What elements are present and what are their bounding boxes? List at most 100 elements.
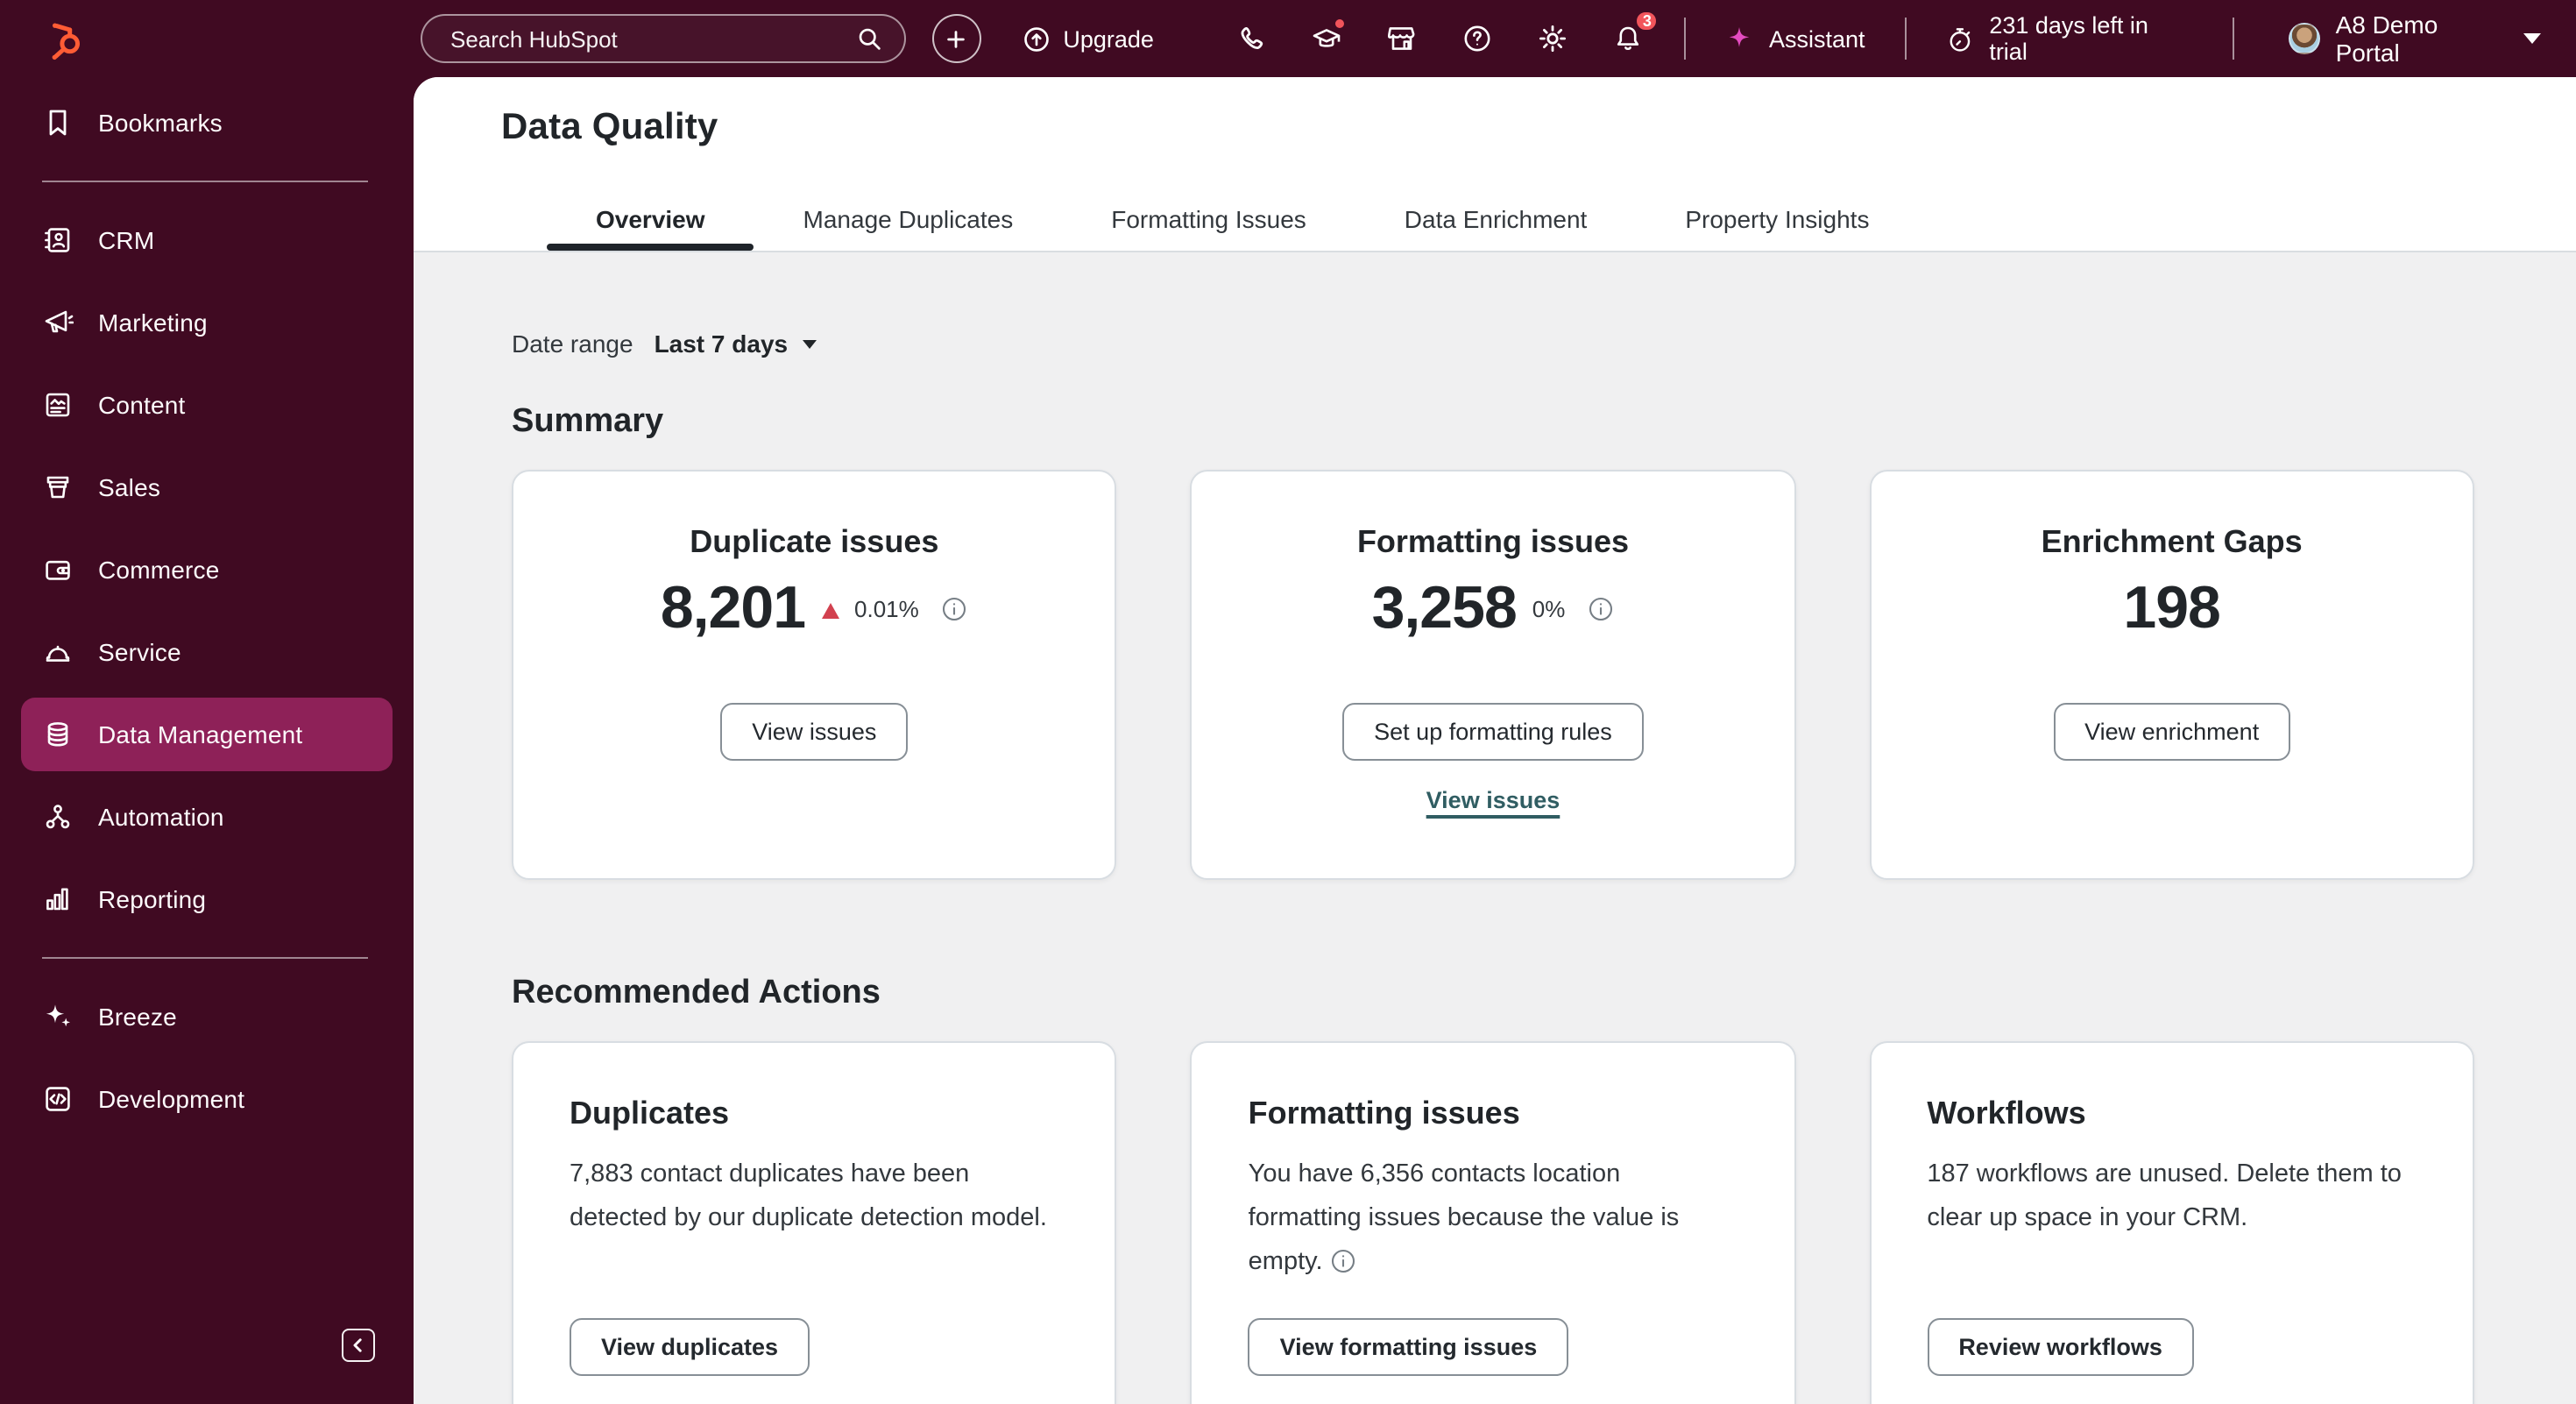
academy-icon[interactable] xyxy=(1312,16,1348,54)
code-icon xyxy=(42,1083,74,1115)
sidebar-item-service[interactable]: Service xyxy=(21,615,393,689)
metric-row: 8,201 0.01% xyxy=(513,575,1115,643)
sidebar-item-data-management[interactable]: Data Management xyxy=(21,698,393,771)
sidebar-item-label: Service xyxy=(98,638,181,666)
view-duplicates-button[interactable]: View duplicates xyxy=(570,1318,810,1376)
sales-stack-icon xyxy=(42,472,74,503)
info-icon[interactable] xyxy=(942,596,968,622)
plus-icon xyxy=(947,30,966,47)
page-title: Data Quality xyxy=(501,107,718,147)
tab-manage-duplicates[interactable]: Manage Duplicates xyxy=(754,191,1063,251)
global-search[interactable] xyxy=(421,14,906,63)
action-card-formatting-issues: Formatting issues You have 6,356 contact… xyxy=(1190,1041,1796,1404)
card-body: You have 6,356 contacts location formatt… xyxy=(1249,1153,1738,1290)
calling-icon[interactable] xyxy=(1236,23,1268,54)
sidebar-item-crm[interactable]: CRM xyxy=(21,203,393,277)
upgrade-button[interactable]: Upgrade xyxy=(1021,24,1154,53)
card-title: Formatting issues xyxy=(1248,1096,1520,1131)
sidebar-item-automation[interactable]: Automation xyxy=(21,780,393,854)
sidebar-item-bookmarks[interactable]: Bookmarks xyxy=(21,86,393,160)
sidebar-item-marketing[interactable]: Marketing xyxy=(21,286,393,359)
delta-percent: 0% xyxy=(1532,596,1566,622)
page-panel: Data Quality Overview Manage Duplicates … xyxy=(414,77,2576,1404)
info-icon[interactable] xyxy=(1330,1248,1356,1274)
sidebar-item-label: Sales xyxy=(98,473,161,501)
notifications-icon[interactable]: 3 xyxy=(1613,9,1660,54)
tab-data-enrichment[interactable]: Data Enrichment xyxy=(1355,191,1637,251)
help-icon[interactable] xyxy=(1462,23,1494,54)
sidebar-item-sales[interactable]: Sales xyxy=(21,450,393,524)
delta-percent: 0.01% xyxy=(854,596,919,622)
tab-property-insights[interactable]: Property Insights xyxy=(1636,191,1918,251)
bar-chart-icon xyxy=(42,883,74,915)
summary-heading: Summary xyxy=(512,403,664,440)
summary-card-enrichment-gaps: Enrichment Gaps 198 View enrichment xyxy=(1869,470,2474,880)
setup-formatting-rules-button[interactable]: Set up formatting rules xyxy=(1342,703,1644,761)
hubspot-app: Bookmarks CRM Marketing Content Sales Co… xyxy=(0,0,2576,1404)
hubspot-logo-icon[interactable] xyxy=(44,21,84,61)
sidebar-item-label: Development xyxy=(98,1085,245,1113)
topbar-divider xyxy=(1905,18,1907,60)
card-body: 7,883 contact duplicates have been detec… xyxy=(570,1160,1047,1232)
account-menu[interactable]: A8 Demo Portal xyxy=(2288,11,2541,67)
view-issues-button[interactable]: View issues xyxy=(720,703,909,761)
assistant-label: Assistant xyxy=(1768,25,1865,52)
sidebar-item-label: Breeze xyxy=(98,1003,177,1031)
sidebar-divider xyxy=(42,957,368,959)
search-input[interactable] xyxy=(450,25,855,52)
academy-notification-dot xyxy=(1332,16,1348,32)
sidebar-item-label: Reporting xyxy=(98,885,207,913)
review-workflows-button[interactable]: Review workflows xyxy=(1927,1318,2194,1376)
date-range-label: Date range xyxy=(512,330,633,358)
sidebar-item-commerce[interactable]: Commerce xyxy=(21,533,393,606)
sidebar: Bookmarks CRM Marketing Content Sales Co… xyxy=(0,0,414,1404)
date-range-select[interactable]: Last 7 days xyxy=(655,330,817,358)
view-enrichment-button[interactable]: View enrichment xyxy=(2053,703,2291,761)
upgrade-icon xyxy=(1023,26,1049,51)
sidebar-item-breeze[interactable]: Breeze xyxy=(21,980,393,1053)
main-column: Upgrade xyxy=(414,0,2576,1404)
info-icon[interactable] xyxy=(1588,596,1614,622)
portal-name: A8 Demo Portal xyxy=(2335,11,2438,67)
bookmark-icon xyxy=(42,107,74,138)
marketplace-icon[interactable] xyxy=(1387,23,1419,54)
summary-cards: Duplicate issues 8,201 0.01% View issues… xyxy=(512,470,2474,880)
upgrade-label: Upgrade xyxy=(1063,25,1154,52)
gear-glyph xyxy=(1539,25,1567,52)
card-title: Enrichment Gaps xyxy=(2041,524,2303,559)
summary-card-formatting-issues: Formatting issues 3,258 0% Set up format… xyxy=(1190,470,1796,880)
tab-overview[interactable]: Overview xyxy=(547,191,755,251)
trial-countdown[interactable]: 231 days left in trial xyxy=(1946,12,2192,65)
create-button[interactable] xyxy=(931,14,981,63)
wallet-icon xyxy=(42,554,74,585)
view-issues-link[interactable]: View issues xyxy=(1426,787,1560,813)
sidebar-item-development[interactable]: Development xyxy=(21,1062,393,1136)
metric-value: 3,258 xyxy=(1371,575,1518,642)
avatar xyxy=(2288,23,2320,54)
assistant-sparkle-icon xyxy=(1730,26,1751,46)
tab-formatting-issues[interactable]: Formatting Issues xyxy=(1062,191,1355,251)
sidebar-item-reporting[interactable]: Reporting xyxy=(21,862,393,936)
recommended-actions-heading: Recommended Actions xyxy=(512,975,881,1011)
automation-nodes-icon xyxy=(42,801,74,833)
settings-icon[interactable] xyxy=(1538,23,1569,54)
tab-bar: Overview Manage Duplicates Formatting Is… xyxy=(547,191,1918,251)
topbar: Upgrade xyxy=(414,0,2576,77)
sidebar-collapse-button[interactable] xyxy=(342,1329,375,1362)
chevron-left-icon xyxy=(353,1338,362,1352)
content-page-icon xyxy=(42,389,74,421)
database-icon xyxy=(42,719,74,750)
assistant-button[interactable]: Assistant xyxy=(1725,24,1865,53)
sidebar-item-label: Automation xyxy=(98,803,224,831)
sidebar-item-label: CRM xyxy=(98,226,155,254)
sidebar-item-content[interactable]: Content xyxy=(21,368,393,442)
view-formatting-issues-button[interactable]: View formatting issues xyxy=(1248,1318,1569,1376)
chevron-down-icon xyxy=(802,340,817,349)
page-content: Date range Last 7 days Summary Duplicate… xyxy=(414,252,2576,1404)
card-title: Duplicates xyxy=(570,1096,730,1131)
service-bell-icon xyxy=(42,636,74,668)
stopwatch-icon xyxy=(1950,27,1971,51)
sidebar-item-label: Bookmarks xyxy=(98,109,223,137)
sidebar-divider xyxy=(42,181,368,182)
card-title: Duplicate issues xyxy=(690,524,939,559)
